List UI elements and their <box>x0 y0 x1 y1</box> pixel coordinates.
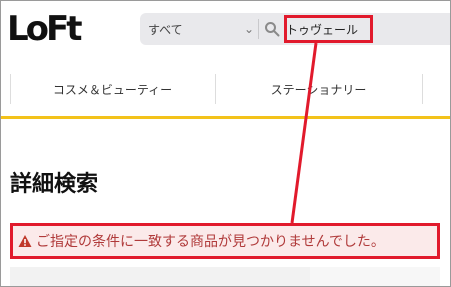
nav-item-label: コスメ＆ビューティー <box>52 82 173 97</box>
search-divider <box>258 19 259 39</box>
chevron-down-icon[interactable]: ⌄ <box>244 22 254 36</box>
nav-item-stationery[interactable]: ステーショナリー <box>215 74 422 104</box>
nav-accent-line <box>0 116 451 119</box>
no-results-notice: ご指定の条件に一致する商品が見つかりませんでした。 <box>10 224 438 258</box>
search-input[interactable] <box>286 13 446 45</box>
notice-text: ご指定の条件に一致する商品が見つかりませんでした。 <box>36 234 385 250</box>
search-bar: すべて ⌄ <box>140 13 451 45</box>
warning-icon <box>18 235 32 247</box>
search-icon[interactable] <box>264 21 280 37</box>
loft-logo[interactable]: LoFt <box>7 12 82 46</box>
nav-separator <box>422 74 423 104</box>
search-form-area-secondary <box>310 267 440 287</box>
page-title: 詳細検索 <box>10 172 99 197</box>
category-nav: コスメ＆ビューティー ステーショナリー <box>0 74 451 104</box>
scope-select[interactable]: すべて <box>148 13 256 45</box>
scope-select-value: すべて <box>148 22 183 37</box>
nav-item-label: ステーショナリー <box>270 82 367 97</box>
search-form-area <box>10 267 310 287</box>
nav-item-cosme-beauty[interactable]: コスメ＆ビューティー <box>10 74 215 104</box>
